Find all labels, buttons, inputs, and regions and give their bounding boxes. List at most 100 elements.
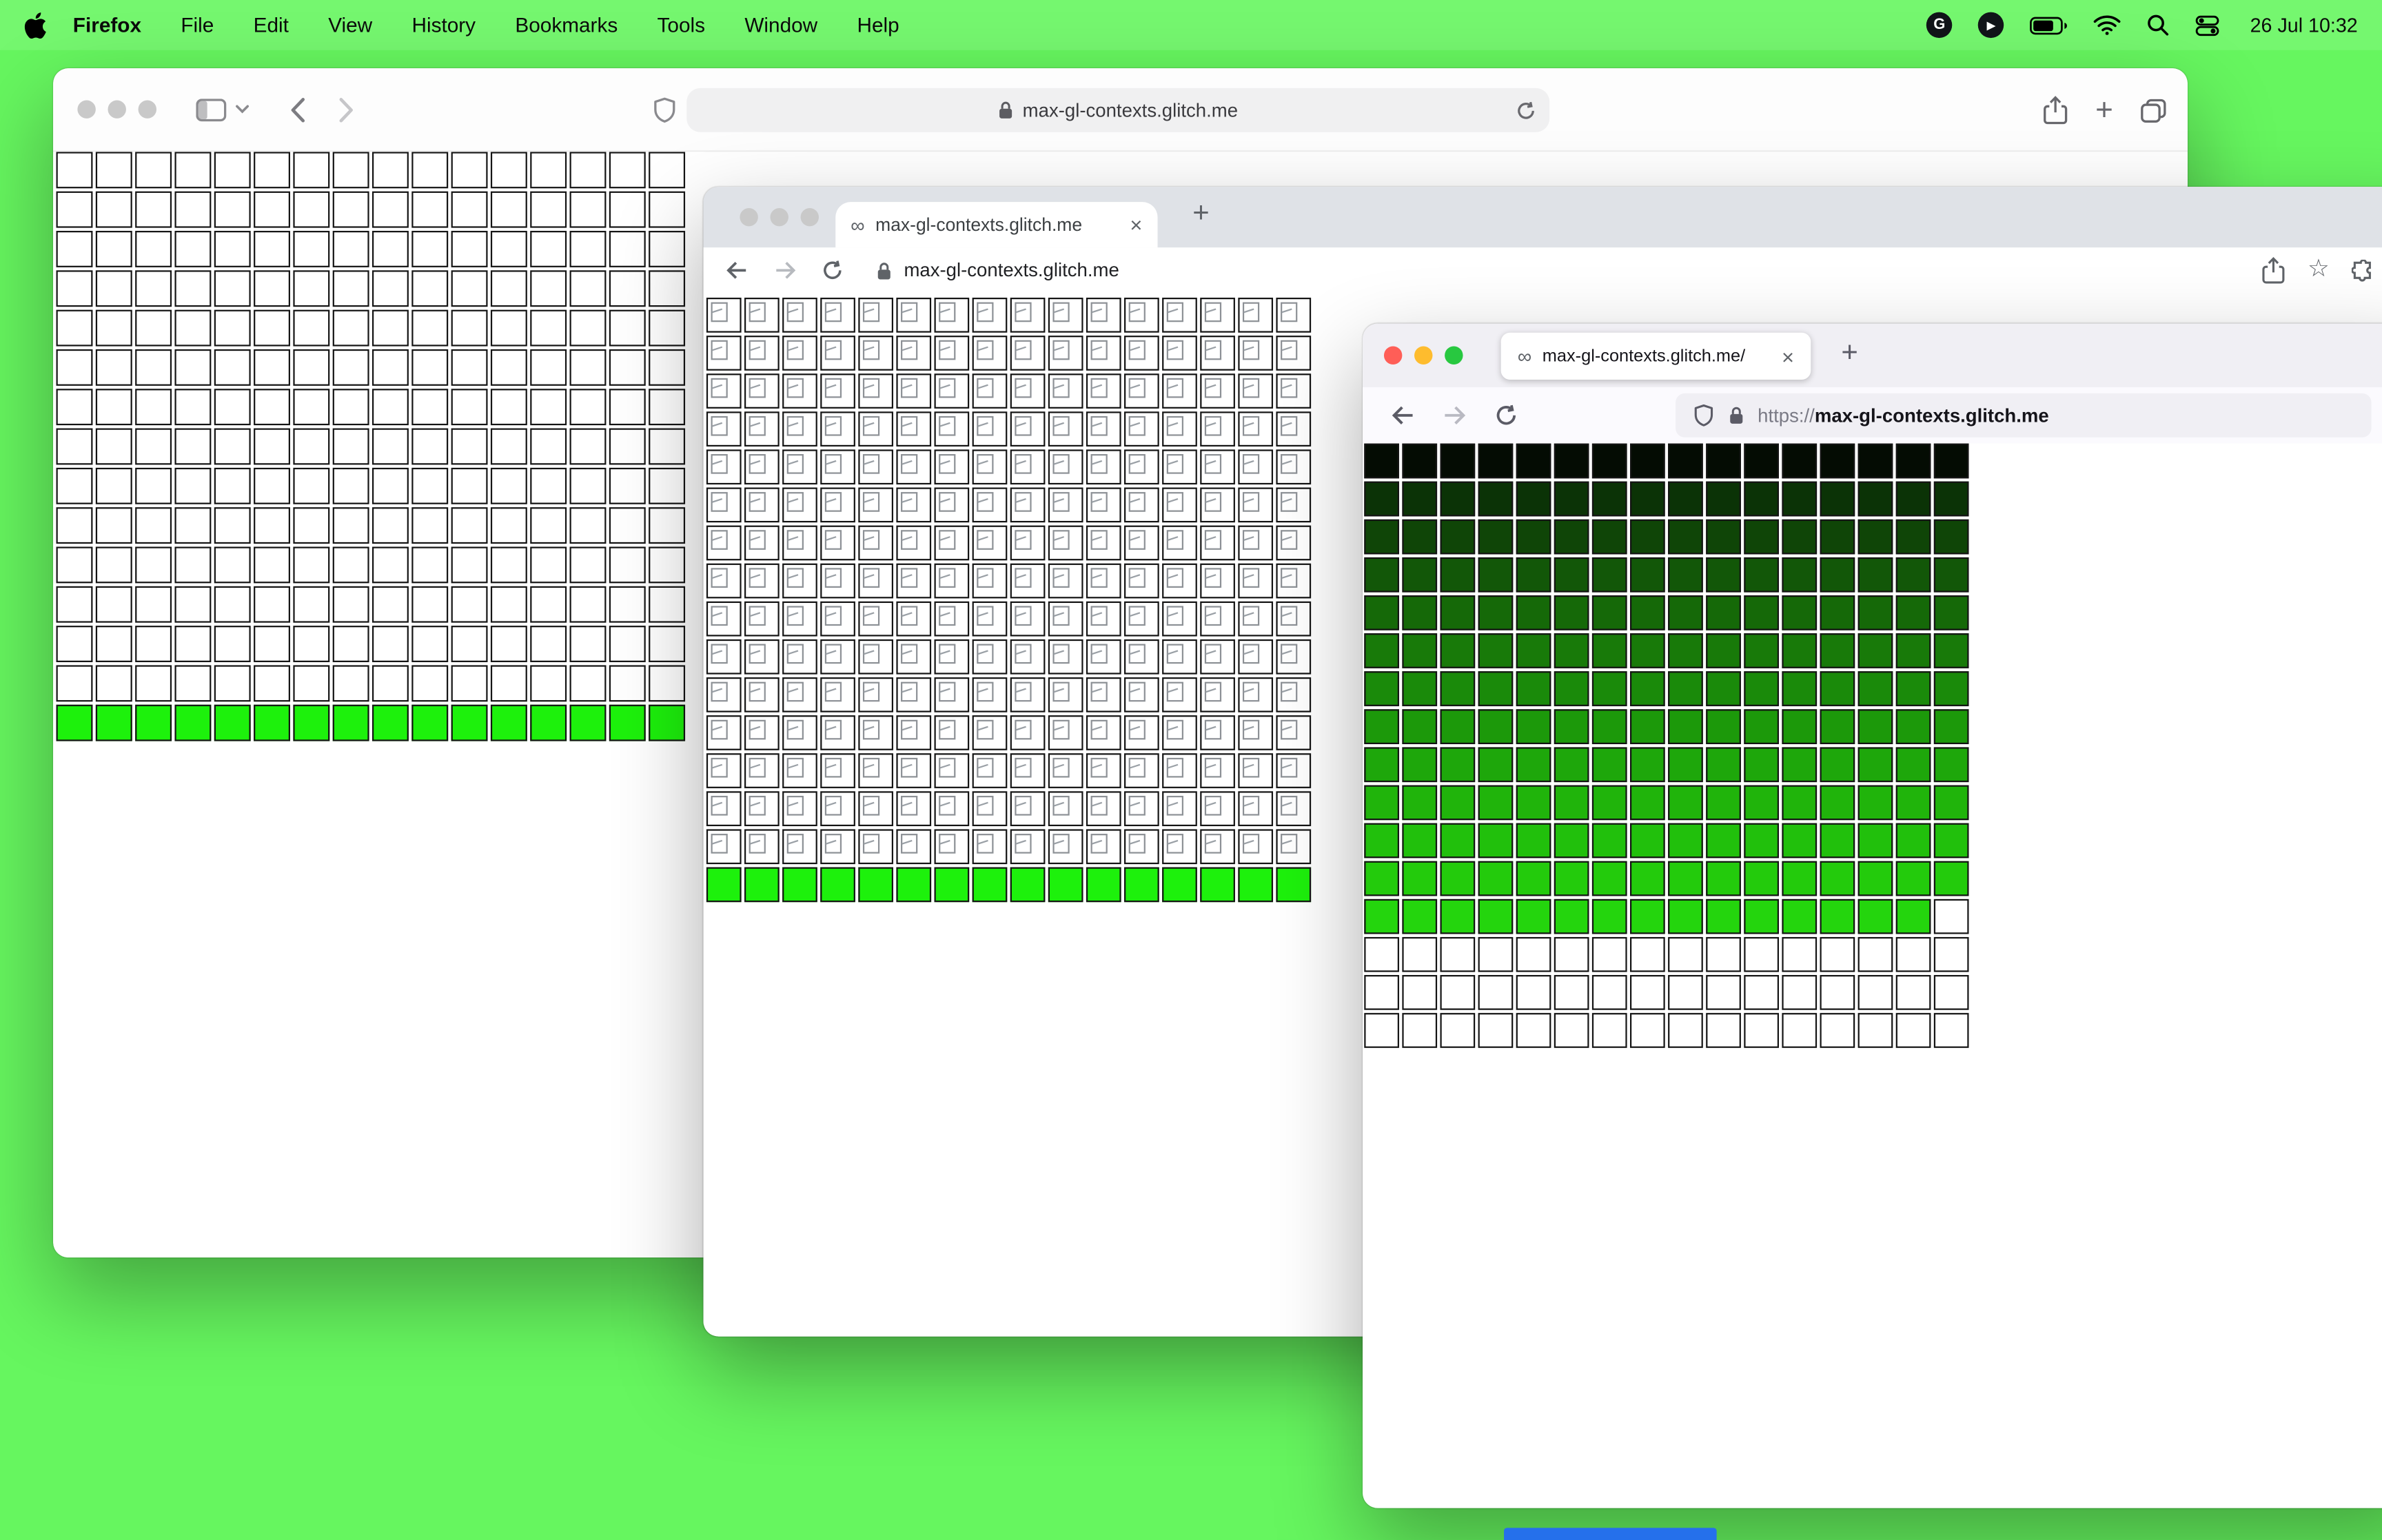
background-window-hint[interactable] (1504, 1528, 1717, 1540)
zoom-button[interactable] (800, 207, 820, 227)
active-app-name[interactable]: Firefox (73, 14, 141, 37)
menu-bar-clock[interactable]: 26 Jul 10:32 (2250, 14, 2358, 37)
broken-image-icon (1128, 302, 1146, 322)
grid-cell (609, 270, 646, 307)
tab-close-icon[interactable]: × (1130, 214, 1142, 236)
grid-cell (1857, 823, 1893, 859)
grid-cell (56, 428, 93, 465)
minimize-button[interactable] (770, 207, 788, 227)
tracking-shield-icon[interactable] (1694, 404, 1714, 427)
close-button[interactable] (740, 207, 758, 227)
spotlight-icon[interactable] (2147, 14, 2170, 37)
address-bar[interactable]: max-gl-contexts.glitch.me (686, 88, 1550, 132)
wifi-icon[interactable] (2094, 15, 2121, 35)
chevron-down-icon[interactable] (236, 105, 250, 114)
grid-cell (1820, 936, 1855, 972)
reload-icon[interactable] (1516, 100, 1536, 120)
grammarly-icon[interactable]: G (1926, 12, 1953, 39)
zoom-button[interactable] (1445, 346, 1463, 365)
grid-cell (1162, 411, 1197, 447)
grid-cell (372, 546, 409, 584)
tab-close-icon[interactable]: × (1782, 345, 1794, 367)
browser-tab[interactable]: ∞ max-gl-contexts.glitch.me × (835, 202, 1158, 248)
minimize-button[interactable] (1414, 346, 1433, 365)
grid-cell (1895, 481, 1931, 517)
close-button[interactable] (77, 100, 96, 119)
battery-icon[interactable] (2030, 16, 2068, 34)
privacy-shield-icon[interactable] (653, 97, 676, 130)
broken-image-icon (1242, 454, 1260, 474)
back-button[interactable] (724, 260, 749, 281)
grid-cell (858, 715, 894, 750)
menu-help[interactable]: Help (857, 14, 899, 37)
menu-edit[interactable]: Edit (254, 14, 289, 37)
control-center-icon[interactable] (2195, 13, 2219, 37)
forward-button[interactable] (773, 260, 797, 281)
menu-bookmarks[interactable]: Bookmarks (515, 14, 618, 37)
grid-cell (1238, 791, 1274, 827)
broken-image-icon (1052, 454, 1070, 474)
zoom-button[interactable] (138, 100, 157, 119)
play-icon[interactable]: ▶ (1978, 12, 2004, 39)
grid-cell (1820, 671, 1855, 706)
grid-cell (649, 626, 686, 662)
new-tab-button[interactable]: + (1192, 199, 1209, 228)
extensions-icon[interactable] (2352, 258, 2375, 282)
browser-tab[interactable]: ∞ max-gl-contexts.glitch.me/ × (1500, 332, 1811, 380)
grid-cell (372, 586, 409, 623)
grid-cell (411, 626, 449, 662)
grid-cell (411, 152, 449, 189)
forward-button[interactable] (339, 96, 354, 122)
grid-cell (1048, 639, 1083, 675)
menu-file[interactable]: File (181, 14, 214, 37)
address-bar-url[interactable]: max-gl-contexts.glitch.me (904, 260, 1119, 281)
bookmark-star-icon[interactable]: ☆ (2308, 258, 2330, 283)
grid-cell (490, 546, 527, 584)
grid-cell (934, 487, 970, 523)
lock-icon[interactable] (877, 260, 892, 280)
grid-cell (1402, 747, 1438, 783)
broken-image-icon (1281, 530, 1298, 550)
broken-image-icon (1128, 492, 1146, 512)
sidebar-icon[interactable] (196, 98, 227, 121)
tab-overview-icon[interactable] (2141, 98, 2166, 122)
grid-cell (95, 507, 132, 544)
broken-image-icon (711, 378, 728, 398)
menu-history[interactable]: History (411, 14, 476, 37)
forward-button[interactable] (1442, 404, 1467, 427)
share-icon[interactable] (2044, 96, 2068, 125)
lock-icon[interactable] (1729, 405, 1744, 425)
menu-tools[interactable]: Tools (658, 14, 705, 37)
address-bar[interactable]: https://max-gl-contexts.glitch.me (1676, 393, 2372, 438)
back-button[interactable] (1390, 404, 1416, 427)
broken-image-icon (1166, 644, 1183, 664)
close-button[interactable] (1383, 346, 1403, 365)
minimize-button[interactable] (108, 100, 126, 119)
grid-cell (1933, 936, 1969, 972)
menu-window[interactable]: Window (744, 14, 817, 37)
new-tab-icon[interactable]: + (2095, 95, 2113, 125)
broken-image-icon (939, 340, 956, 360)
new-tab-button[interactable]: + (1841, 339, 1857, 368)
grid-cell (649, 309, 686, 347)
grid-cell (934, 791, 970, 827)
broken-image-icon (786, 606, 804, 626)
grid-cell (490, 507, 527, 544)
grid-cell (1857, 443, 1893, 479)
broken-image-icon (862, 454, 880, 474)
grid-cell (1706, 936, 1741, 972)
grid-cell (372, 428, 409, 465)
reload-icon[interactable] (822, 260, 843, 281)
grid-cell (332, 507, 369, 544)
grid-cell (1364, 861, 1399, 896)
grid-cell (972, 715, 1008, 750)
back-button[interactable] (290, 96, 305, 122)
apple-icon[interactable] (24, 12, 47, 39)
grid-cell (744, 373, 780, 409)
reload-icon[interactable] (1495, 404, 1518, 427)
grid-cell (1200, 373, 1235, 409)
grid-cell (530, 309, 567, 347)
share-icon[interactable] (2262, 256, 2285, 284)
grid-cell (411, 586, 449, 623)
menu-view[interactable]: View (328, 14, 372, 37)
